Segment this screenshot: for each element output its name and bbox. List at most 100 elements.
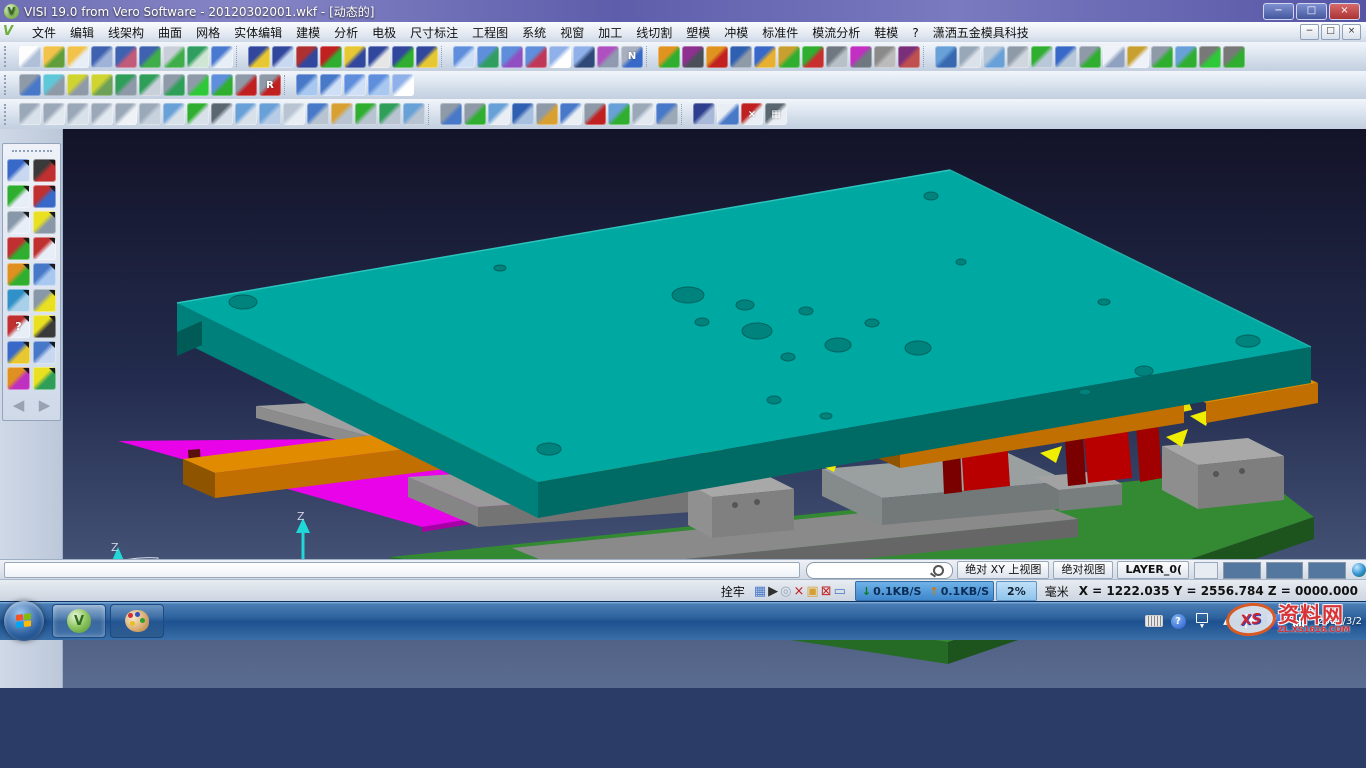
tool-b-icon[interactable] bbox=[464, 103, 486, 125]
tool-f-icon[interactable] bbox=[560, 103, 582, 125]
rotate-solid-icon[interactable] bbox=[1031, 46, 1053, 68]
menu-item-9[interactable]: 电极 bbox=[365, 24, 403, 42]
copy-icon[interactable] bbox=[1103, 46, 1125, 68]
screen-doc-icon[interactable] bbox=[754, 46, 776, 68]
plane-blue-2-icon[interactable] bbox=[320, 74, 342, 96]
prim-cube-icon[interactable] bbox=[19, 103, 41, 125]
minimize-button[interactable]: − bbox=[1263, 3, 1294, 20]
tool-h-icon[interactable] bbox=[608, 103, 630, 125]
menu-item-13[interactable]: 视窗 bbox=[553, 24, 591, 42]
layer-selector[interactable]: LAYER_0( bbox=[1117, 561, 1189, 579]
save-model-icon[interactable] bbox=[139, 46, 161, 68]
mesh-doc-3-icon[interactable] bbox=[501, 46, 523, 68]
prim-sphere-icon[interactable] bbox=[115, 103, 137, 125]
tool-g-icon[interactable] bbox=[584, 103, 606, 125]
sketch-pencil-icon[interactable] bbox=[33, 185, 56, 208]
drop-wave-icon[interactable] bbox=[1175, 46, 1197, 68]
taskbar-visi-button[interactable]: V bbox=[52, 604, 106, 638]
prim-torus-icon[interactable] bbox=[139, 103, 161, 125]
uvw-tool-icon[interactable] bbox=[7, 367, 30, 390]
menu-item-4[interactable]: 曲面 bbox=[151, 24, 189, 42]
show-add-icon[interactable] bbox=[392, 46, 414, 68]
view-cube-icon[interactable] bbox=[33, 289, 56, 312]
join-solids-icon[interactable] bbox=[1055, 46, 1077, 68]
pattern-grid-icon[interactable]: ▦ bbox=[765, 103, 787, 125]
zoom-select-icon[interactable] bbox=[7, 159, 30, 182]
block-corner-icon[interactable] bbox=[235, 103, 257, 125]
house-magenta-icon[interactable] bbox=[850, 46, 872, 68]
color-swatch-2[interactable] bbox=[1266, 562, 1304, 579]
block-top-gold-icon[interactable] bbox=[331, 103, 353, 125]
select-frame-icon[interactable] bbox=[7, 185, 30, 208]
plane-blue-1-icon[interactable] bbox=[296, 74, 318, 96]
tool-c-icon[interactable] bbox=[488, 103, 510, 125]
hide-cut-icon[interactable] bbox=[296, 46, 318, 68]
dome-icon[interactable] bbox=[959, 46, 981, 68]
menu-item-21[interactable]: ? bbox=[905, 24, 925, 42]
box-yellow-open-icon[interactable] bbox=[91, 74, 113, 96]
help-tray-icon[interactable]: ? bbox=[1169, 612, 1187, 630]
blank-doc-icon[interactable] bbox=[248, 46, 270, 68]
curve-order-icon[interactable] bbox=[549, 46, 571, 68]
color-cell-empty[interactable] bbox=[1194, 562, 1218, 579]
stool-2-icon[interactable] bbox=[403, 103, 425, 125]
sheet-bend-icon[interactable] bbox=[283, 103, 305, 125]
menu-item-7[interactable]: 建模 bbox=[289, 24, 327, 42]
delete-icon[interactable] bbox=[7, 341, 30, 364]
regen-icon[interactable] bbox=[7, 289, 30, 312]
split-view-icon[interactable] bbox=[211, 46, 233, 68]
menu-item-6[interactable]: 实体编辑 bbox=[227, 24, 289, 42]
no-box-icon[interactable]: ⊠ bbox=[821, 584, 832, 599]
toolbar-grip[interactable] bbox=[4, 104, 15, 125]
show-minus-icon[interactable] bbox=[416, 46, 438, 68]
tool-a-icon[interactable] bbox=[440, 103, 462, 125]
sphere-corner-icon[interactable] bbox=[163, 103, 185, 125]
traffic-light-icon[interactable] bbox=[320, 46, 342, 68]
tool-e-icon[interactable] bbox=[536, 103, 558, 125]
open-part-icon[interactable] bbox=[67, 46, 89, 68]
view-ref-button[interactable]: 绝对视图 bbox=[1053, 561, 1113, 579]
plate-stack-icon[interactable] bbox=[826, 46, 848, 68]
grid-icon[interactable] bbox=[33, 263, 56, 286]
menu-item-11[interactable]: 工程图 bbox=[465, 24, 515, 42]
mesh-doc-1-icon[interactable] bbox=[453, 46, 475, 68]
menu-item-10[interactable]: 尺寸标注 bbox=[403, 24, 465, 42]
undo-icon[interactable] bbox=[33, 341, 56, 364]
forward-arrow-icon[interactable]: ▶ bbox=[33, 393, 56, 416]
command-input[interactable] bbox=[4, 562, 800, 578]
preview-icon[interactable] bbox=[187, 46, 209, 68]
measure-2-icon[interactable] bbox=[717, 103, 739, 125]
curve-order-b-icon[interactable] bbox=[392, 74, 414, 96]
lock-toggle[interactable]: 拴牢 bbox=[721, 583, 745, 600]
align-stack-icon[interactable] bbox=[1079, 46, 1101, 68]
menu-item-5[interactable]: 网格 bbox=[189, 24, 227, 42]
box-edit-icon[interactable] bbox=[19, 74, 41, 96]
menu-item-2[interactable]: 编辑 bbox=[63, 24, 101, 42]
shell-icon[interactable] bbox=[1007, 46, 1029, 68]
screen-icon[interactable]: ▭ bbox=[834, 584, 846, 599]
pin-pair-icon[interactable] bbox=[1199, 46, 1221, 68]
tool-d-icon[interactable] bbox=[512, 103, 534, 125]
sphere-green-icon[interactable] bbox=[187, 103, 209, 125]
menu-item-12[interactable]: 系统 bbox=[515, 24, 553, 42]
mdi-restore-button[interactable]: □ bbox=[1321, 24, 1340, 40]
drop-down-icon[interactable] bbox=[1151, 46, 1173, 68]
box-delete-icon[interactable] bbox=[235, 74, 257, 96]
block-top-blue-icon[interactable] bbox=[307, 103, 329, 125]
box-green-face-icon[interactable] bbox=[115, 74, 137, 96]
delete-face-icon[interactable] bbox=[706, 46, 728, 68]
mesh-doc-4-icon[interactable] bbox=[525, 46, 547, 68]
color-swatch-3[interactable] bbox=[1308, 562, 1346, 579]
visibility-toggle-icon[interactable] bbox=[368, 46, 390, 68]
toolbar-grip[interactable] bbox=[4, 46, 15, 66]
box-replace-icon[interactable]: R bbox=[259, 74, 281, 96]
menu-item-3[interactable]: 线架构 bbox=[101, 24, 151, 42]
profile-icon[interactable] bbox=[33, 211, 56, 234]
toolbar-grip[interactable] bbox=[4, 75, 15, 95]
zoom-dynamic-icon[interactable] bbox=[7, 211, 30, 234]
menu-item-19[interactable]: 模流分析 bbox=[805, 24, 867, 42]
curve-tool-icon[interactable] bbox=[33, 237, 56, 260]
press-flat-icon[interactable] bbox=[1223, 46, 1245, 68]
help-icon[interactable]: ? bbox=[7, 315, 30, 338]
clamp-icon[interactable] bbox=[730, 46, 752, 68]
